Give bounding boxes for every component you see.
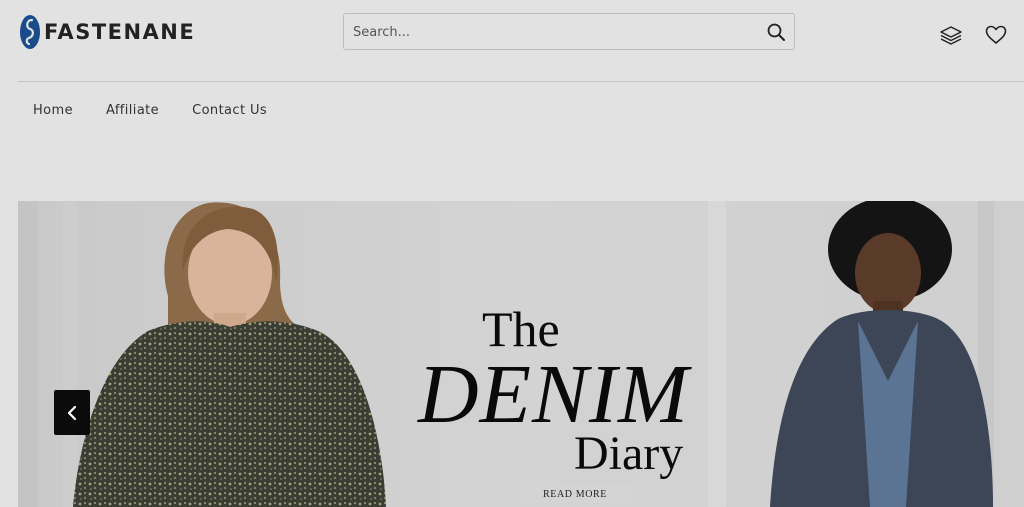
search-input[interactable] xyxy=(353,23,753,41)
search-icon xyxy=(767,23,785,41)
nav-item-affiliate[interactable]: Affiliate xyxy=(106,103,159,118)
wishlist-button[interactable] xyxy=(984,23,1008,47)
compare-button[interactable] xyxy=(939,23,963,47)
brand-name: FASTENANE xyxy=(44,20,196,44)
layers-icon xyxy=(940,26,962,45)
header-divider xyxy=(18,81,1024,82)
read-more-button[interactable]: READ MORE xyxy=(519,485,631,503)
chevron-left-icon xyxy=(67,405,77,420)
search-bar xyxy=(343,13,795,50)
nav-item-home[interactable]: Home xyxy=(33,103,73,118)
heart-icon xyxy=(985,25,1007,44)
fastenane-logo-icon xyxy=(20,15,40,49)
search-button[interactable] xyxy=(765,21,787,43)
nav-item-contact-us[interactable]: Contact Us xyxy=(192,103,267,118)
banner-title-line-3: Diary xyxy=(574,427,684,480)
site-header: FASTENANE xyxy=(0,0,1024,82)
site-logo[interactable]: FASTENANE xyxy=(19,14,195,50)
carousel-prev-button[interactable] xyxy=(54,390,90,435)
main-nav: Home Affiliate Contact Us xyxy=(33,103,267,118)
